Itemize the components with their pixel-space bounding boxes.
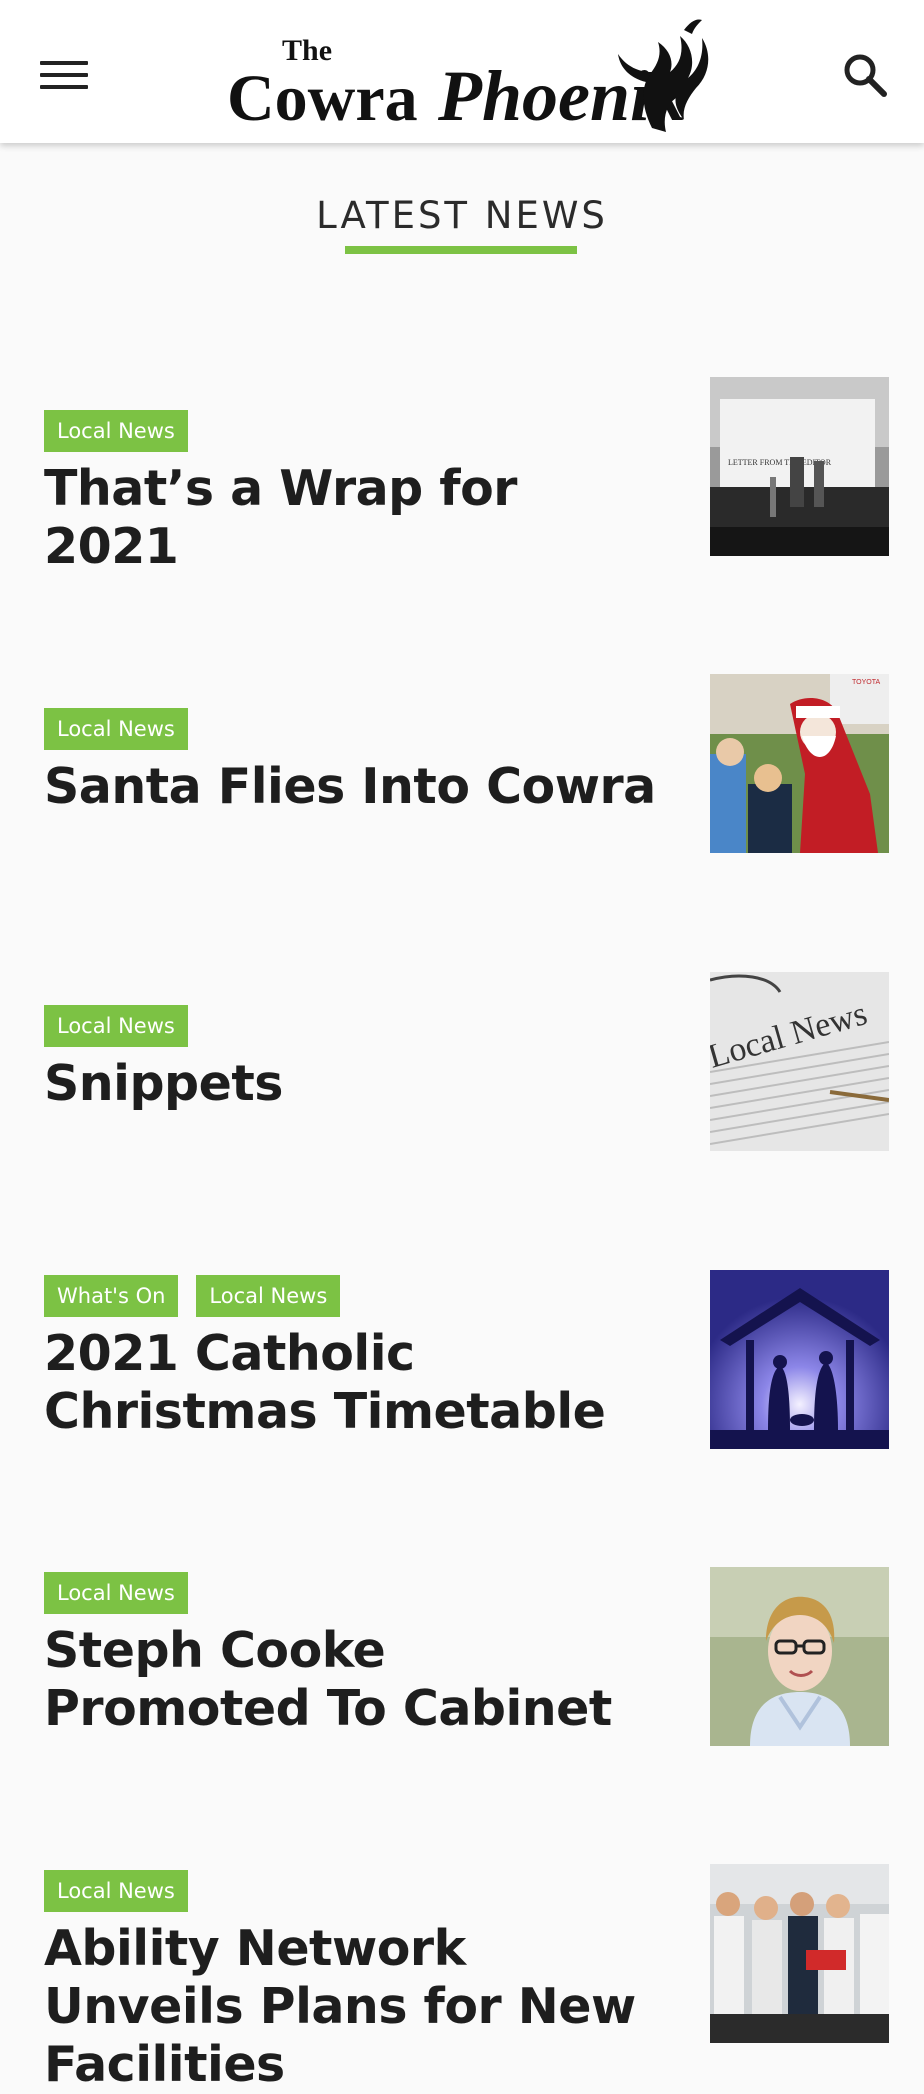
category-tag[interactable]: Local News (44, 1870, 188, 1912)
category-tag[interactable]: Local News (44, 410, 188, 452)
hamburger-menu-icon[interactable] (34, 50, 94, 100)
logo-cowra: Cowra (227, 62, 418, 135)
article-tags: What's On Local News (44, 1275, 341, 1317)
section-title: LATEST NEWS (316, 194, 608, 237)
section-title-underline (345, 246, 577, 254)
category-tag[interactable]: Local News (44, 708, 188, 750)
category-tag[interactable]: Local News (196, 1275, 341, 1317)
search-icon[interactable] (838, 48, 894, 104)
article-tags: Local News (44, 1005, 188, 1047)
article-tags: Local News (44, 1572, 188, 1614)
article-tags: Local News (44, 708, 188, 750)
category-tag[interactable]: Local News (44, 1005, 188, 1047)
site-logo[interactable]: The Cowra Phoenix (222, 8, 722, 140)
article-headline[interactable]: Santa Flies Into Cowra (44, 758, 664, 816)
article-thumbnail[interactable]: TOYOTA (710, 674, 889, 853)
site-header: The Cowra Phoenix (0, 0, 924, 143)
article-thumbnail[interactable] (710, 1567, 889, 1746)
article-headline[interactable]: That’s a Wrap for 2021 (44, 460, 664, 576)
category-tag[interactable]: Local News (44, 1572, 188, 1614)
article-thumbnail[interactable] (710, 1270, 889, 1449)
article-thumbnail[interactable]: LETTER FROM THE EDITOR (710, 377, 889, 556)
menu-bar (40, 73, 88, 77)
article-headline[interactable]: Ability Network Unveils Plans for New Fa… (44, 1920, 664, 2094)
article-headline[interactable]: Snippets (44, 1055, 664, 1113)
menu-bar (40, 85, 88, 89)
article-thumbnail[interactable] (710, 1864, 889, 2043)
article-headline[interactable]: Steph Cooke Promoted To Cabinet (44, 1622, 664, 1738)
article-tags: Local News (44, 1870, 188, 1912)
category-tag[interactable]: What's On (44, 1275, 179, 1317)
article-tags: Local News (44, 410, 188, 452)
thumb-caption: TOYOTA (852, 679, 880, 686)
menu-bar (40, 61, 88, 65)
article-thumbnail[interactable]: Local News (710, 972, 889, 1151)
article-headline[interactable]: 2021 Catholic Christmas Timetable (44, 1325, 664, 1441)
